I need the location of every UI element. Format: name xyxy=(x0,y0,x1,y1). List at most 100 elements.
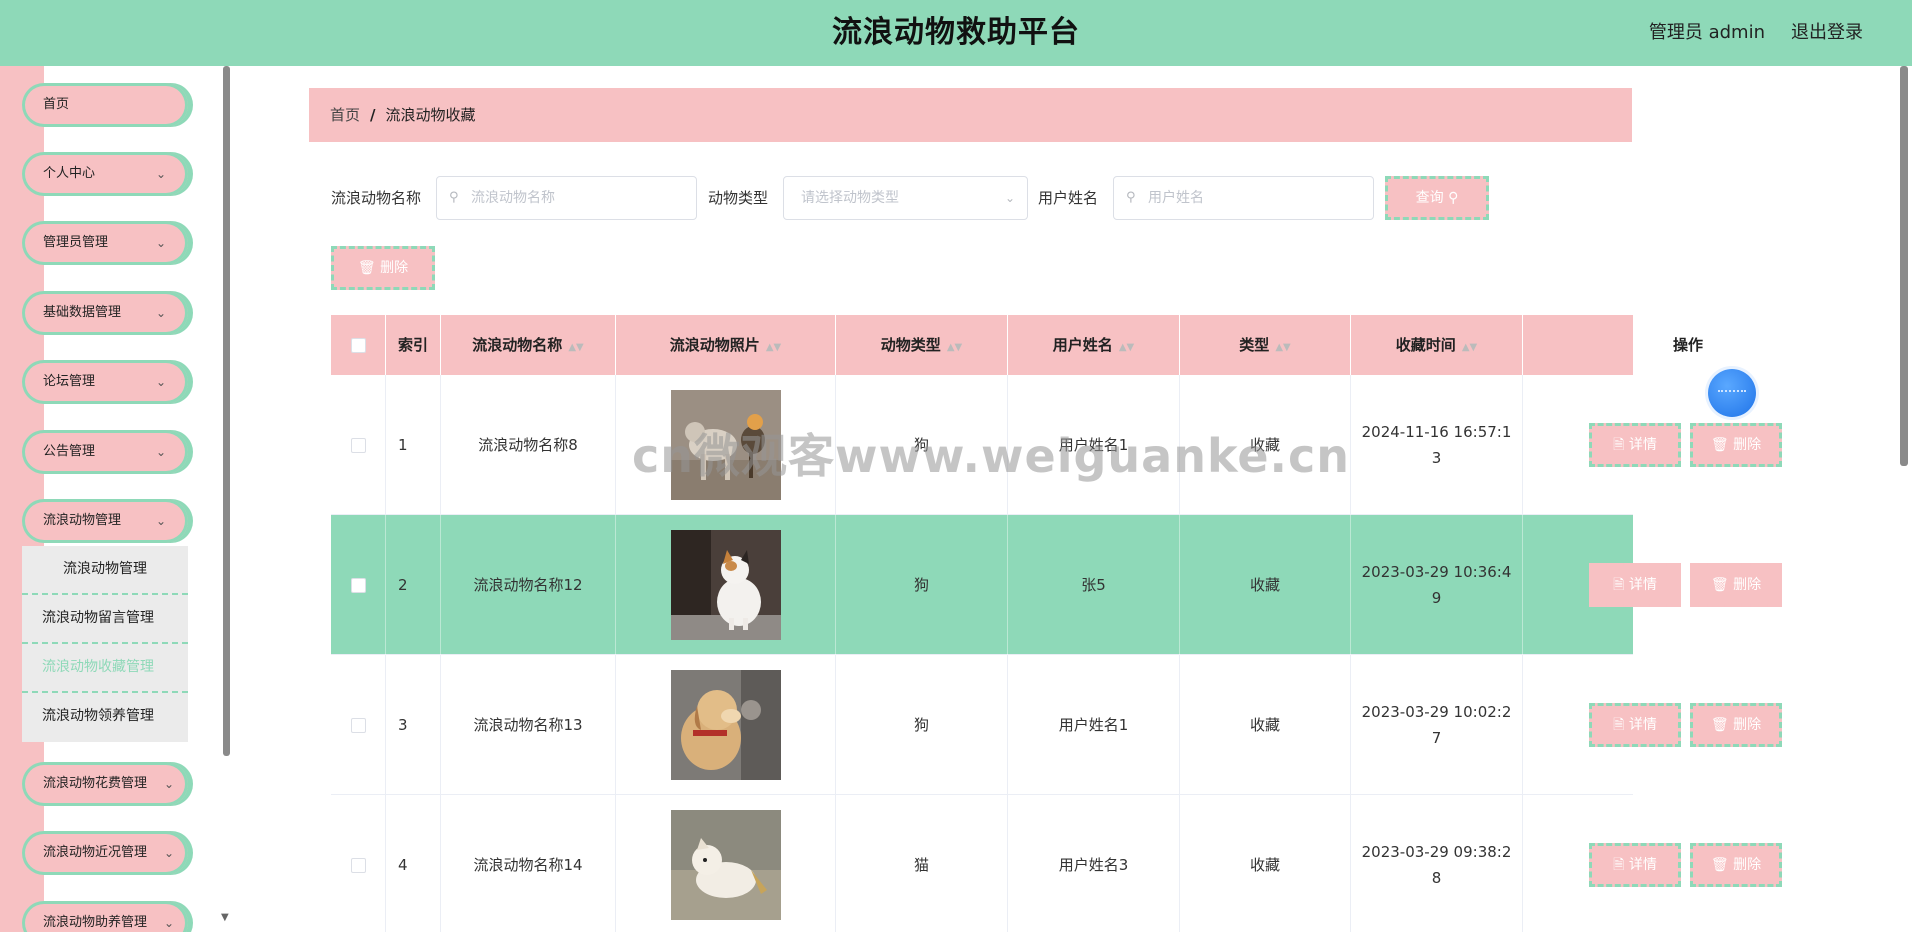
sort-icon[interactable]: ▲▼ xyxy=(568,342,583,353)
sort-icon[interactable]: ▲▼ xyxy=(1462,342,1477,353)
sort-icon[interactable]: ▲▼ xyxy=(1119,342,1134,353)
column-header-time[interactable]: 收藏时间 ▲▼ xyxy=(1351,315,1523,375)
sort-icon[interactable]: ▲▼ xyxy=(766,342,781,353)
document-icon: 🗎 xyxy=(1613,437,1625,453)
trash-icon: 🗑 xyxy=(357,260,376,276)
detail-button[interactable]: 🗎 详情 xyxy=(1589,563,1681,607)
chevron-down-icon: ⌄ xyxy=(163,846,174,860)
puppy-photo[interactable] xyxy=(670,810,781,920)
trash-icon: 🗑 xyxy=(1710,717,1729,733)
chevron-up-icon: ⌄ xyxy=(155,514,166,528)
column-header-user[interactable]: 用户姓名 ▲▼ xyxy=(1008,315,1180,375)
sidebar-item-label: 流浪动物花费管理 xyxy=(43,776,148,791)
query-button-label: 查询 xyxy=(1415,190,1444,206)
row-checkbox-cell xyxy=(331,375,386,515)
search-type-placeholder: 请选择动物类型 xyxy=(801,190,899,206)
search-user-label: 用户姓名 xyxy=(1038,189,1099,207)
search-user-input[interactable]: ⚲ 用户姓名 xyxy=(1113,176,1374,220)
submenu-item-animal-manage[interactable]: 流浪动物管理 xyxy=(22,546,188,595)
scroll-down-arrow-icon[interactable]: ▼ xyxy=(221,912,229,923)
dog-photo[interactable] xyxy=(670,670,781,780)
submenu-item-animal-favorite[interactable]: 流浪动物收藏管理 xyxy=(22,644,188,693)
sidebar-item-admin[interactable]: 管理员管理 ⌄ xyxy=(22,221,188,265)
sidebar-item-animal-cost[interactable]: 流浪动物花费管理 ⌄ xyxy=(22,762,188,806)
row-animal-type: 狗 xyxy=(836,655,1008,795)
document-icon: 🗎 xyxy=(1613,857,1625,873)
trash-icon: 🗑 xyxy=(1710,437,1729,453)
submenu-item-animal-message[interactable]: 流浪动物留言管理 xyxy=(22,595,188,644)
row-checkbox[interactable] xyxy=(350,858,366,873)
batch-delete-label: 删除 xyxy=(380,260,409,276)
sort-icon[interactable]: ▲▼ xyxy=(1275,342,1290,353)
floating-assistant-ball[interactable] xyxy=(1708,369,1756,417)
search-icon: ⚲ xyxy=(1448,190,1459,206)
chevron-down-icon: ⌄ xyxy=(155,375,166,389)
row-user-name: 用户姓名1 xyxy=(1008,375,1180,515)
sidebar-submenu-animal: 流浪动物管理 流浪动物留言管理 流浪动物收藏管理 流浪动物领养管理 xyxy=(22,546,188,742)
top-header: 流浪动物救助平台 管理员 admin 退出登录 xyxy=(0,0,1912,66)
row-checkbox[interactable] xyxy=(350,718,366,733)
column-header-photo[interactable]: 流浪动物照片 ▲▼ xyxy=(616,315,836,375)
trash-icon: 🗑 xyxy=(1710,857,1729,873)
sidebar-item-label: 论坛管理 xyxy=(43,374,96,389)
delete-button[interactable]: 🗑 删除 xyxy=(1690,843,1782,887)
sidebar-scrollbar-thumb[interactable] xyxy=(223,66,230,756)
sidebar-item-animal[interactable]: 流浪动物管理 ⌄ xyxy=(22,499,188,543)
sidebar-item-label: 个人中心 xyxy=(43,166,96,181)
row-checkbox[interactable] xyxy=(350,438,366,453)
document-icon: 🗎 xyxy=(1613,577,1625,593)
detail-button[interactable]: 🗎 详情 xyxy=(1589,423,1681,467)
search-type-select[interactable]: 请选择动物类型 ⌄ xyxy=(783,176,1028,220)
current-user: 管理员 admin xyxy=(1648,22,1765,43)
sort-icon[interactable]: ▲▼ xyxy=(947,342,962,353)
breadcrumb-separator: / xyxy=(370,106,376,124)
app-title: 流浪动物救助平台 xyxy=(832,15,1080,50)
sidebar-item-home[interactable]: 首页 xyxy=(22,83,188,127)
sidebar-item-basic-data[interactable]: 基础数据管理 ⌄ xyxy=(22,291,188,335)
chevron-down-icon: ⌄ xyxy=(155,236,166,250)
sidebar-item-animal-status[interactable]: 流浪动物近况管理 ⌄ xyxy=(22,831,188,875)
submenu-item-animal-adopt[interactable]: 流浪动物领养管理 xyxy=(22,693,188,742)
batch-delete-button[interactable]: 🗑 删除 xyxy=(331,246,435,290)
search-icon: ⚲ xyxy=(1126,190,1136,205)
sidebar-item-profile[interactable]: 个人中心 ⌄ xyxy=(22,152,188,196)
search-name-label: 流浪动物名称 xyxy=(331,189,422,207)
row-favorite-time: 2023-03-29 10:02:2 7 xyxy=(1351,655,1523,795)
sidebar-item-label: 首页 xyxy=(43,97,70,112)
column-header-name[interactable]: 流浪动物名称 ▲▼ xyxy=(441,315,616,375)
row-index: 2 xyxy=(386,515,441,655)
detail-button[interactable]: 🗎 详情 xyxy=(1589,703,1681,747)
column-header-time-label: 收藏时间 xyxy=(1395,336,1456,354)
cat-photo[interactable] xyxy=(670,530,781,640)
detail-button-label: 详情 xyxy=(1628,857,1657,873)
column-header-animal-type[interactable]: 动物类型 ▲▼ xyxy=(836,315,1008,375)
dog-cat-photo[interactable] xyxy=(670,390,781,500)
row-animal-name: 流浪动物名称8 xyxy=(441,375,616,515)
sidebar-item-notice[interactable]: 公告管理 ⌄ xyxy=(22,430,188,474)
sidebar-item-animal-sponsor[interactable]: 流浪动物助养管理 ⌄ xyxy=(22,901,188,932)
row-time-part2: 8 xyxy=(1431,869,1442,887)
search-name-input[interactable]: ⚲ 流浪动物名称 xyxy=(436,176,697,220)
row-animal-name: 流浪动物名称14 xyxy=(441,795,616,932)
detail-button[interactable]: 🗎 详情 xyxy=(1589,843,1681,887)
delete-button[interactable]: 🗑 删除 xyxy=(1690,563,1782,607)
delete-button[interactable]: 🗑 删除 xyxy=(1690,703,1782,747)
row-user-name: 张5 xyxy=(1008,515,1180,655)
logout-link[interactable]: 退出登录 xyxy=(1791,0,1863,66)
row-photo-cell xyxy=(616,655,836,795)
column-header-type[interactable]: 类型 ▲▼ xyxy=(1180,315,1351,375)
row-user-name: 用户姓名1 xyxy=(1008,655,1180,795)
row-checkbox[interactable] xyxy=(350,578,366,593)
column-header-user-label: 用户姓名 xyxy=(1052,336,1113,354)
row-actions-cell: 🗎 详情 🗑 删除 xyxy=(1523,655,1853,795)
main-scrollbar-thumb[interactable] xyxy=(1900,66,1908,466)
breadcrumb-home[interactable]: 首页 xyxy=(330,106,360,124)
sidebar-item-forum[interactable]: 论坛管理 ⌄ xyxy=(22,360,188,404)
row-index: 4 xyxy=(386,795,441,932)
query-button[interactable]: 查询 ⚲ xyxy=(1385,176,1489,220)
delete-button[interactable]: 🗑 删除 xyxy=(1690,423,1782,467)
column-header-name-label: 流浪动物名称 xyxy=(472,336,563,354)
delete-button-label: 删除 xyxy=(1733,717,1762,733)
trash-icon: 🗑 xyxy=(1710,577,1729,593)
select-all-checkbox[interactable] xyxy=(350,338,366,353)
